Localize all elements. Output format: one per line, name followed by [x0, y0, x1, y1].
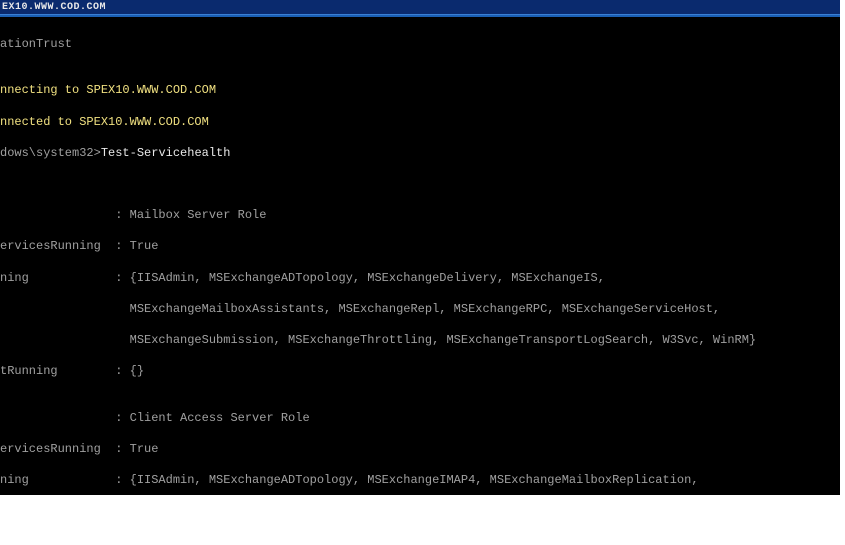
- prompt-path: dows\system32>: [0, 146, 101, 160]
- prompt-line: dows\system32>Test-Servicehealth: [0, 146, 840, 162]
- window-titlebar: EX10.WWW.COD.COM: [0, 0, 840, 14]
- connected-line: nnected to SPEX10.WWW.COD.COM: [0, 115, 840, 131]
- role-header: : Client Access Server Role: [0, 411, 840, 427]
- services-not-running: tRunning : {}: [0, 364, 840, 380]
- frame-bottom: [0, 495, 845, 545]
- output-line: ationTrust: [0, 37, 840, 53]
- services-list: ning : {IISAdmin, MSExchangeADTopology, …: [0, 271, 840, 287]
- prompt-command: Test-Servicehealth: [101, 146, 231, 160]
- window-title: EX10.WWW.COD.COM: [2, 1, 106, 14]
- console-window: EX10.WWW.COD.COM ationTrust nnecting to …: [0, 0, 840, 495]
- services-list: ning : {IISAdmin, MSExchangeADTopology, …: [0, 473, 840, 489]
- services-running: ervicesRunning : True: [0, 239, 840, 255]
- frame-right: [840, 0, 845, 545]
- services-list: MSExchangeSubmission, MSExchangeThrottli…: [0, 333, 840, 349]
- services-list: MSExchangeMailboxAssistants, MSExchangeR…: [0, 302, 840, 318]
- connecting-line: nnecting to SPEX10.WWW.COD.COM: [0, 83, 840, 99]
- terminal-output[interactable]: ationTrust nnecting to SPEX10.WWW.COD.CO…: [0, 17, 840, 495]
- services-running: ervicesRunning : True: [0, 442, 840, 458]
- role-header: : Mailbox Server Role: [0, 208, 840, 224]
